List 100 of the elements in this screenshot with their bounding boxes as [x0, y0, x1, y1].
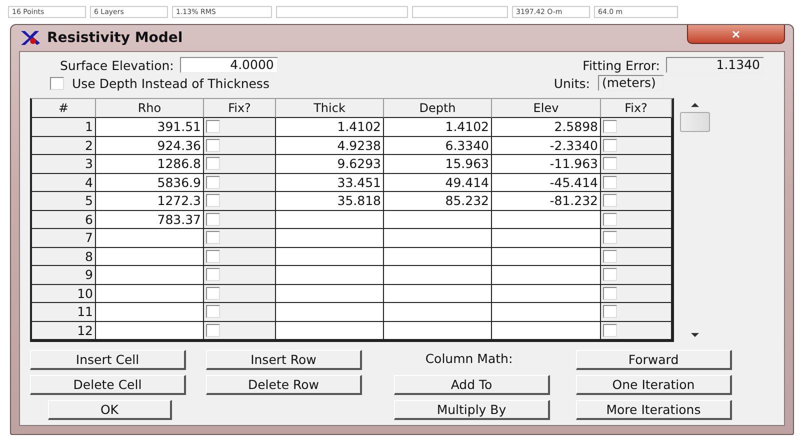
- table-cell[interactable]: 1286.8: [96, 155, 204, 174]
- scroll-down-icon[interactable]: [690, 332, 700, 338]
- table-cell[interactable]: -2.3340: [492, 136, 601, 155]
- scrollbar-thumb[interactable]: [680, 112, 710, 132]
- checkbox[interactable]: [206, 305, 220, 318]
- row-number: 6: [32, 210, 96, 229]
- table-cell[interactable]: [96, 303, 204, 322]
- table-cell[interactable]: [492, 322, 601, 340]
- checkbox[interactable]: [206, 176, 220, 189]
- units-label: Units:: [554, 76, 590, 90]
- table-cell[interactable]: 2.5898: [492, 118, 601, 136]
- table-cell[interactable]: [96, 229, 204, 248]
- surface-elevation-field[interactable]: 4.0000: [180, 57, 278, 73]
- checkbox[interactable]: [603, 176, 617, 189]
- table-cell[interactable]: [96, 248, 204, 266]
- table-cell[interactable]: 85.232: [384, 192, 492, 210]
- table-cell[interactable]: 15.963: [384, 155, 492, 174]
- checkbox[interactable]: [603, 212, 617, 226]
- checkbox[interactable]: [603, 324, 617, 337]
- table-cell[interactable]: [276, 266, 384, 284]
- table-cell[interactable]: [492, 229, 601, 248]
- table-cell[interactable]: [492, 266, 601, 284]
- table-cell[interactable]: [276, 248, 384, 266]
- checkbox[interactable]: [206, 138, 220, 152]
- dialog-button[interactable]: Insert Cell: [30, 350, 186, 370]
- row-number: 11: [32, 303, 96, 322]
- dialog-button[interactable]: Delete Row: [206, 375, 362, 395]
- table-cell[interactable]: [384, 322, 492, 340]
- dialog-button[interactable]: Add To: [394, 375, 550, 395]
- table-cell[interactable]: [492, 210, 601, 229]
- checkbox[interactable]: [206, 268, 220, 282]
- dialog-button[interactable]: Forward: [576, 350, 732, 370]
- table-cell[interactable]: -81.232: [492, 192, 601, 210]
- table-cell[interactable]: [276, 229, 384, 248]
- dialog-button[interactable]: More Iterations: [576, 400, 732, 420]
- table-cell[interactable]: [96, 322, 204, 340]
- checkbox[interactable]: [603, 286, 617, 300]
- table-cell[interactable]: [276, 322, 384, 340]
- column-header: Depth: [384, 99, 492, 118]
- table-cell[interactable]: [96, 284, 204, 303]
- checkbox[interactable]: [206, 286, 220, 300]
- checkbox[interactable]: [206, 212, 220, 226]
- table-cell[interactable]: [276, 210, 384, 229]
- table-cell[interactable]: 49.414: [384, 174, 492, 192]
- column-header: Rho: [96, 99, 204, 118]
- checkbox[interactable]: [206, 231, 220, 244]
- table-cell[interactable]: 1.4102: [384, 118, 492, 136]
- table-cell[interactable]: 1272.3: [96, 192, 204, 210]
- units-field: (meters): [598, 75, 664, 91]
- checkbox[interactable]: [206, 120, 220, 134]
- table-cell[interactable]: -45.414: [492, 174, 601, 192]
- checkbox[interactable]: [50, 76, 64, 90]
- table-cell[interactable]: [276, 303, 384, 322]
- dialog-button[interactable]: Multiply By: [394, 400, 550, 420]
- table-cell[interactable]: [492, 248, 601, 266]
- app-icon: [19, 29, 41, 47]
- table-cell[interactable]: 35.818: [276, 192, 384, 210]
- checkbox[interactable]: [206, 194, 220, 208]
- table-cell[interactable]: [384, 248, 492, 266]
- table-cell[interactable]: [492, 284, 601, 303]
- table-cell[interactable]: [384, 210, 492, 229]
- table-cell[interactable]: 391.51: [96, 118, 204, 136]
- table-cell[interactable]: [384, 303, 492, 322]
- table-cell[interactable]: 924.36: [96, 136, 204, 155]
- table-cell[interactable]: [384, 284, 492, 303]
- table-cell[interactable]: 5836.9: [96, 174, 204, 192]
- use-depth-label: Use Depth Instead of Thickness: [72, 76, 270, 90]
- table-cell[interactable]: [96, 266, 204, 284]
- checkbox[interactable]: [603, 120, 617, 134]
- column-header: #: [32, 99, 96, 118]
- dialog-button[interactable]: One Iteration: [576, 375, 732, 395]
- dialog-button[interactable]: Delete Cell: [30, 375, 186, 395]
- table-cell[interactable]: [492, 303, 601, 322]
- surface-elevation-label: Surface Elevation:: [60, 58, 174, 72]
- table-cell[interactable]: [276, 284, 384, 303]
- checkbox[interactable]: [206, 324, 220, 337]
- table-cell[interactable]: -11.963: [492, 155, 601, 174]
- checkbox[interactable]: [603, 231, 617, 244]
- scroll-up-icon[interactable]: [690, 102, 700, 108]
- checkbox[interactable]: [603, 138, 617, 152]
- dialog-button[interactable]: Insert Row: [206, 350, 362, 370]
- table-cell[interactable]: 9.6293: [276, 155, 384, 174]
- table-cell[interactable]: 783.37: [96, 210, 204, 229]
- checkbox[interactable]: [603, 250, 617, 263]
- table-cell[interactable]: 1.4102: [276, 118, 384, 136]
- row-number: 5: [32, 192, 96, 210]
- checkbox[interactable]: [206, 157, 220, 170]
- table-cell[interactable]: 33.451: [276, 174, 384, 192]
- table-cell[interactable]: [384, 266, 492, 284]
- checkbox[interactable]: [603, 305, 617, 318]
- checkbox[interactable]: [603, 194, 617, 208]
- checkbox[interactable]: [603, 157, 617, 170]
- table-cell[interactable]: [384, 229, 492, 248]
- table-cell[interactable]: 4.9238: [276, 136, 384, 155]
- checkbox[interactable]: [603, 268, 617, 282]
- table-cell[interactable]: 6.3340: [384, 136, 492, 155]
- checkbox[interactable]: [206, 250, 220, 263]
- row-number: 3: [32, 155, 96, 174]
- column-header: Fix?: [204, 99, 276, 118]
- ok-button[interactable]: OK: [48, 400, 172, 420]
